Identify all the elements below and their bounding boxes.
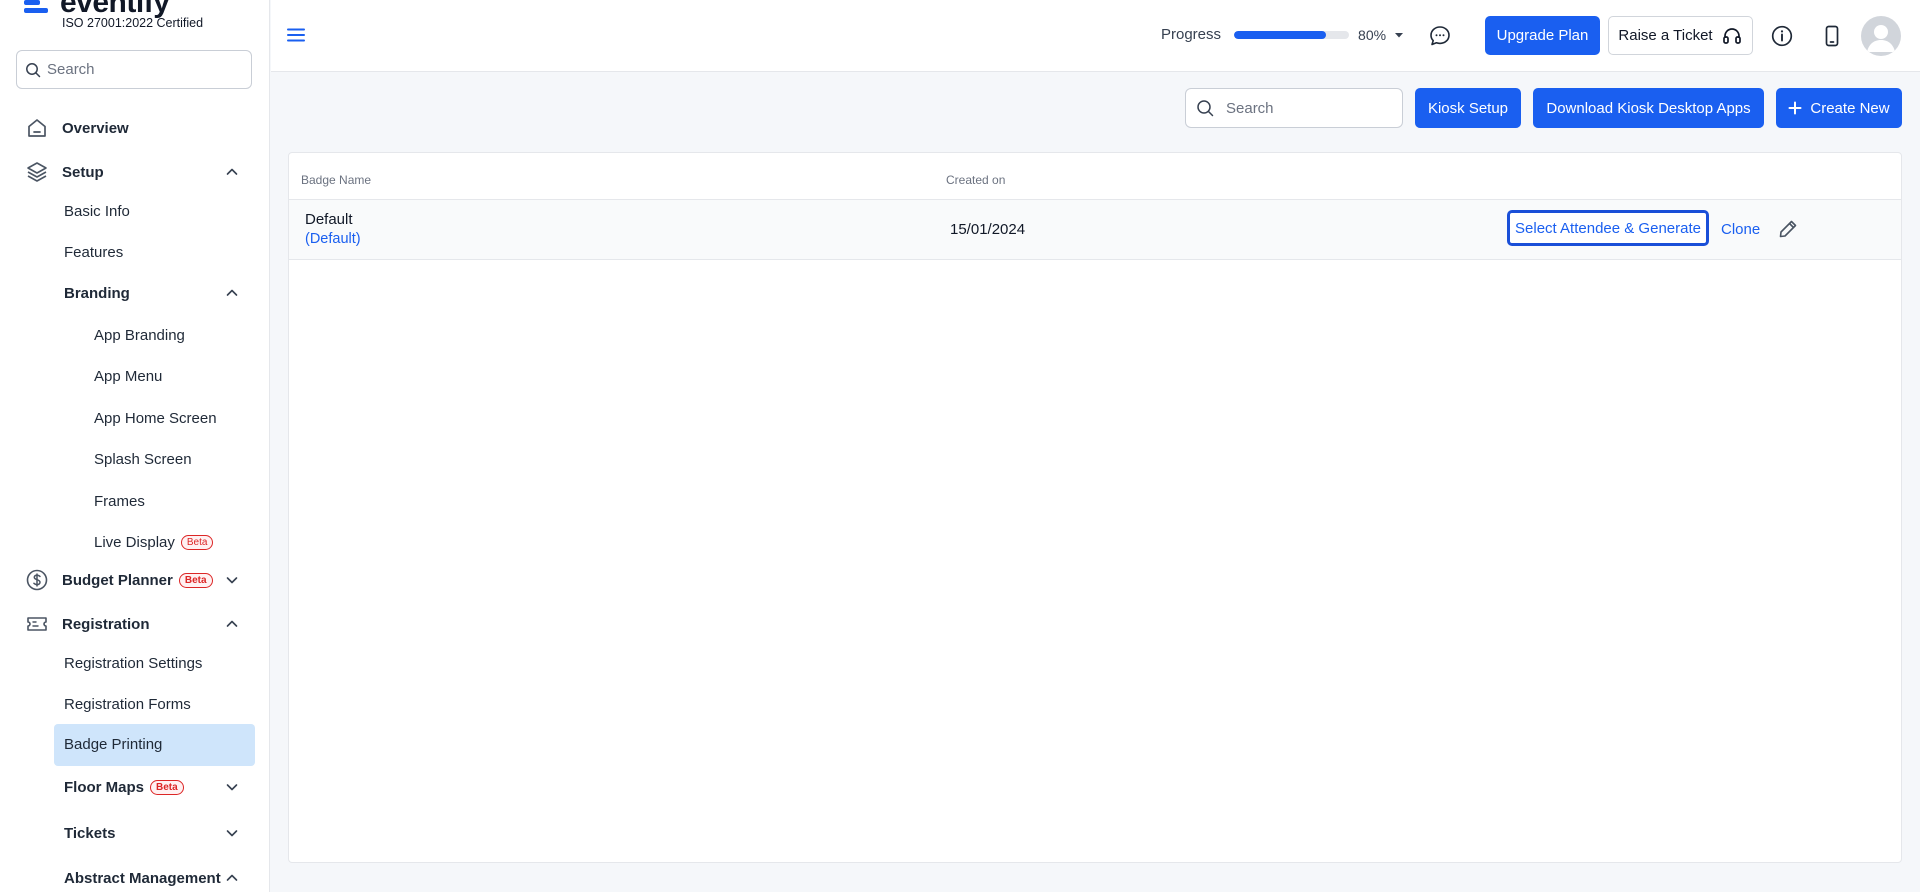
sidebar-item-registration-forms[interactable]: Registration Forms [0, 693, 269, 715]
created-on: 15/01/2024 [950, 221, 1026, 238]
sidebar-item-registration[interactable]: Registration [0, 612, 269, 636]
sidebar-item-label: Basic Info [64, 202, 130, 220]
progress-label: Progress [1161, 26, 1222, 43]
column-header-badge-name[interactable]: Badge Name [301, 173, 371, 187]
sidebar-item-label-wrap: Budget Planner Beta [62, 572, 213, 589]
default-tag: (Default) [305, 231, 361, 247]
upgrade-plan-button[interactable]: Upgrade Plan [1485, 16, 1600, 55]
chevron-down-icon[interactable] [224, 779, 240, 795]
chevron-down-icon[interactable] [224, 825, 240, 841]
sidebar-item-label: Floor Maps [64, 778, 145, 796]
chevron-up-icon[interactable] [224, 164, 240, 180]
sidebar-item-app-branding[interactable]: App Branding [0, 324, 269, 346]
sidebar: eventify ISO 27001:2022 Certified Overvi… [0, 0, 270, 892]
chevron-up-icon[interactable] [224, 616, 240, 632]
clone-link[interactable]: Clone [1721, 221, 1760, 238]
eventify-logo-icon [22, 0, 52, 16]
sidebar-item-floor-maps[interactable]: Floor Maps Beta [0, 776, 269, 798]
badge-search-input[interactable] [1226, 99, 1386, 117]
sidebar-item-overview[interactable]: Overview [0, 116, 269, 140]
sidebar-item-label: Badge Printing [64, 735, 163, 753]
sidebar-search[interactable] [16, 50, 252, 89]
column-header-created-on[interactable]: Created on [946, 173, 1005, 187]
chat-icon[interactable] [1428, 24, 1452, 48]
progress-bar [1234, 30, 1350, 39]
sidebar-item-label: App Branding [94, 326, 185, 344]
sidebar-item-label-wrap: Live Display Beta [94, 533, 214, 551]
create-new-label: Create New [1810, 99, 1890, 117]
sidebar-item-label: Registration Forms [64, 695, 191, 713]
select-attendee-generate-button[interactable]: Select Attendee & Generate [1507, 210, 1709, 246]
certification-label: ISO 27001:2022 Certified [62, 16, 204, 30]
sidebar-item-label: Budget Planner [62, 571, 173, 589]
layers-icon [25, 160, 49, 184]
sidebar-item-label: Splash Screen [94, 450, 192, 468]
sidebar-item-basic-info[interactable]: Basic Info [0, 200, 269, 222]
badge-name: Default [305, 211, 353, 228]
beta-badge: Beta [178, 573, 213, 589]
sidebar-item-setup[interactable]: Setup [0, 160, 269, 184]
table-row: Default (Default) 15/01/2024 Select Atte… [289, 200, 1901, 260]
sidebar-item-label: Branding [64, 284, 130, 302]
kiosk-setup-button[interactable]: Kiosk Setup [1415, 88, 1521, 128]
sidebar-item-registration-settings[interactable]: Registration Settings [0, 652, 269, 674]
ticket-icon [25, 612, 49, 636]
sidebar-item-label: Registration [62, 615, 150, 633]
avatar[interactable] [1861, 16, 1901, 56]
sidebar-item-badge-printing[interactable]: Badge Printing [0, 733, 269, 755]
sidebar-search-input[interactable] [47, 61, 237, 78]
caret-down-icon[interactable] [1394, 30, 1404, 40]
sidebar-item-splash-screen[interactable]: Splash Screen [0, 448, 269, 470]
download-kiosk-apps-button[interactable]: Download Kiosk Desktop Apps [1533, 88, 1764, 128]
sidebar-item-label: Live Display [94, 533, 175, 551]
progress-bar-fill [1234, 30, 1327, 39]
sidebar-item-label: Abstract Management [64, 869, 221, 887]
edit-pencil-icon[interactable] [1777, 218, 1799, 240]
badge-table: Badge Name Created on Default (Default) … [288, 152, 1902, 863]
sidebar-item-label: Overview [62, 119, 129, 137]
progress-value: 80% [1358, 26, 1387, 43]
sidebar-item-frames[interactable]: Frames [0, 490, 269, 512]
plus-icon [1788, 101, 1802, 115]
sidebar-item-label: Tickets [64, 824, 116, 842]
top-header: Progress 80% Upgrade Plan Raise a Ticket [271, 0, 1920, 72]
dollar-icon [25, 568, 49, 592]
sidebar-item-budget-planner[interactable]: Budget Planner Beta [0, 568, 269, 592]
sidebar-item-live-display[interactable]: Live Display Beta [0, 531, 269, 553]
sidebar-item-branding[interactable]: Branding [0, 282, 269, 304]
sidebar-item-label: Setup [62, 163, 104, 181]
chevron-up-icon[interactable] [224, 870, 240, 886]
search-icon [1196, 99, 1214, 117]
sidebar-item-label: App Menu [94, 367, 163, 385]
chevron-down-icon[interactable] [224, 572, 240, 588]
chevron-up-icon[interactable] [224, 285, 240, 301]
home-icon [25, 116, 49, 140]
sidebar-item-label: Frames [94, 492, 145, 510]
sidebar-item-label: Registration Settings [64, 654, 203, 672]
sidebar-item-features[interactable]: Features [0, 241, 269, 263]
raise-ticket-label: Raise a Ticket [1618, 27, 1713, 44]
beta-badge: Beta [180, 535, 214, 551]
sidebar-item-label: App Home Screen [94, 409, 217, 427]
sidebar-item-app-home-screen[interactable]: App Home Screen [0, 407, 269, 429]
hamburger-menu-icon[interactable] [287, 26, 305, 44]
info-icon[interactable] [1770, 24, 1794, 48]
beta-badge: Beta [150, 780, 184, 796]
badge-search[interactable] [1185, 88, 1403, 128]
create-new-button[interactable]: Create New [1776, 88, 1902, 128]
progress-indicator[interactable]: Progress 80% [1161, 26, 1404, 43]
headset-icon [1721, 25, 1743, 47]
sidebar-item-app-menu[interactable]: App Menu [0, 365, 269, 387]
sidebar-item-abstract-management[interactable]: Abstract Management [0, 867, 269, 889]
sidebar-item-label: Features [64, 243, 124, 261]
mobile-device-icon[interactable] [1820, 24, 1844, 48]
raise-ticket-button[interactable]: Raise a Ticket [1608, 16, 1753, 55]
sidebar-item-tickets[interactable]: Tickets [0, 822, 269, 844]
search-icon [25, 62, 41, 78]
sidebar-item-label-wrap: Floor Maps Beta [64, 779, 184, 796]
